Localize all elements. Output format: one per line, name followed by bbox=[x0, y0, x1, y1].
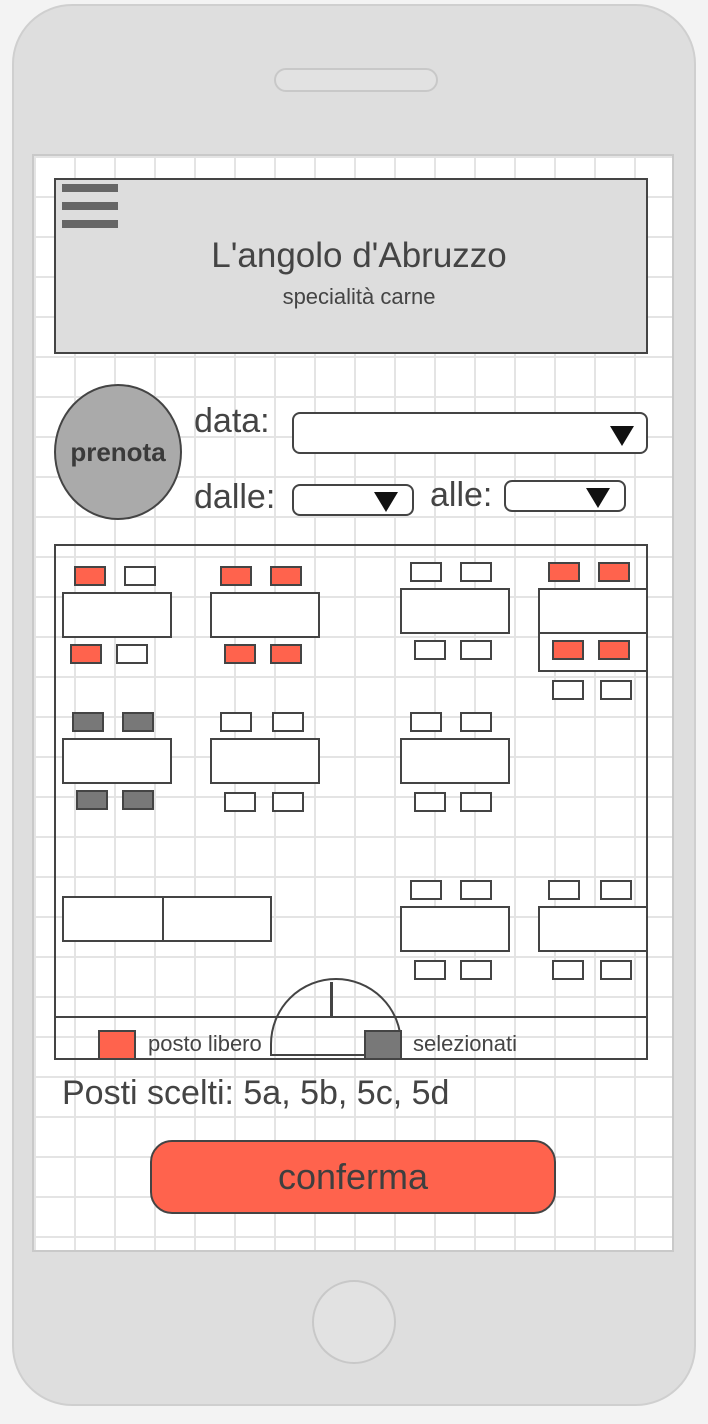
table bbox=[400, 588, 510, 634]
table bbox=[62, 896, 164, 942]
chevron-down-icon bbox=[610, 426, 634, 446]
date-label: data: bbox=[194, 402, 270, 440]
seat-selected[interactable] bbox=[122, 712, 154, 732]
table bbox=[210, 738, 320, 784]
restaurant-title: L'angolo d'Abruzzo bbox=[211, 236, 507, 275]
door-divider bbox=[330, 982, 333, 1018]
from-label: dalle: bbox=[194, 478, 276, 516]
seat[interactable] bbox=[460, 960, 492, 980]
confirm-button[interactable]: conferma bbox=[150, 1140, 556, 1214]
legend-free-label: posto libero bbox=[148, 1031, 262, 1056]
seat[interactable] bbox=[460, 712, 492, 732]
legend-divider bbox=[54, 1016, 648, 1018]
seat[interactable] bbox=[124, 566, 156, 586]
restaurant-subtitle: specialità carne bbox=[282, 284, 436, 309]
seat[interactable] bbox=[414, 640, 446, 660]
phone-speaker bbox=[274, 68, 438, 92]
table bbox=[62, 592, 172, 638]
table bbox=[210, 592, 320, 638]
seat[interactable] bbox=[270, 644, 302, 664]
seat-selected[interactable] bbox=[122, 790, 154, 810]
table bbox=[538, 906, 648, 952]
seat[interactable] bbox=[600, 960, 632, 980]
seat[interactable] bbox=[460, 880, 492, 900]
legend-selected-swatch bbox=[364, 1030, 402, 1060]
seat[interactable] bbox=[460, 792, 492, 812]
seat[interactable] bbox=[460, 640, 492, 660]
seat[interactable] bbox=[598, 562, 630, 582]
date-select[interactable] bbox=[292, 412, 648, 454]
seat[interactable] bbox=[414, 960, 446, 980]
hamburger-menu-icon[interactable] bbox=[62, 184, 118, 228]
legend-selected-label: selezionati bbox=[413, 1031, 517, 1056]
seat[interactable] bbox=[548, 880, 580, 900]
seat[interactable] bbox=[410, 880, 442, 900]
to-label: alle: bbox=[430, 476, 493, 514]
seat[interactable] bbox=[600, 880, 632, 900]
from-time-select[interactable] bbox=[292, 484, 414, 516]
seat-selected[interactable] bbox=[76, 790, 108, 810]
seat[interactable] bbox=[220, 566, 252, 586]
table bbox=[400, 738, 510, 784]
chevron-down-icon bbox=[586, 488, 610, 508]
table bbox=[162, 896, 272, 942]
seat[interactable] bbox=[74, 566, 106, 586]
seat[interactable] bbox=[600, 680, 632, 700]
seat[interactable] bbox=[552, 960, 584, 980]
seat[interactable] bbox=[598, 640, 630, 660]
table bbox=[62, 738, 172, 784]
seat[interactable] bbox=[272, 792, 304, 812]
table bbox=[538, 588, 648, 634]
legend-free-swatch bbox=[98, 1030, 136, 1060]
seat[interactable] bbox=[548, 562, 580, 582]
seat-selected[interactable] bbox=[72, 712, 104, 732]
seat[interactable] bbox=[220, 712, 252, 732]
seat[interactable] bbox=[70, 644, 102, 664]
seat[interactable] bbox=[410, 562, 442, 582]
to-time-select[interactable] bbox=[504, 480, 626, 512]
selected-seats-summary: Posti scelti: 5a, 5b, 5c, 5d bbox=[62, 1074, 450, 1112]
chevron-down-icon bbox=[374, 492, 398, 512]
seat[interactable] bbox=[116, 644, 148, 664]
seat[interactable] bbox=[272, 712, 304, 732]
seat[interactable] bbox=[224, 644, 256, 664]
seat[interactable] bbox=[552, 640, 584, 660]
seat[interactable] bbox=[410, 712, 442, 732]
seat[interactable] bbox=[414, 792, 446, 812]
seat[interactable] bbox=[460, 562, 492, 582]
table bbox=[400, 906, 510, 952]
prenota-button[interactable]: prenota bbox=[54, 384, 182, 520]
seat[interactable] bbox=[552, 680, 584, 700]
seat[interactable] bbox=[224, 792, 256, 812]
seat[interactable] bbox=[270, 566, 302, 586]
home-button[interactable] bbox=[312, 1280, 396, 1364]
